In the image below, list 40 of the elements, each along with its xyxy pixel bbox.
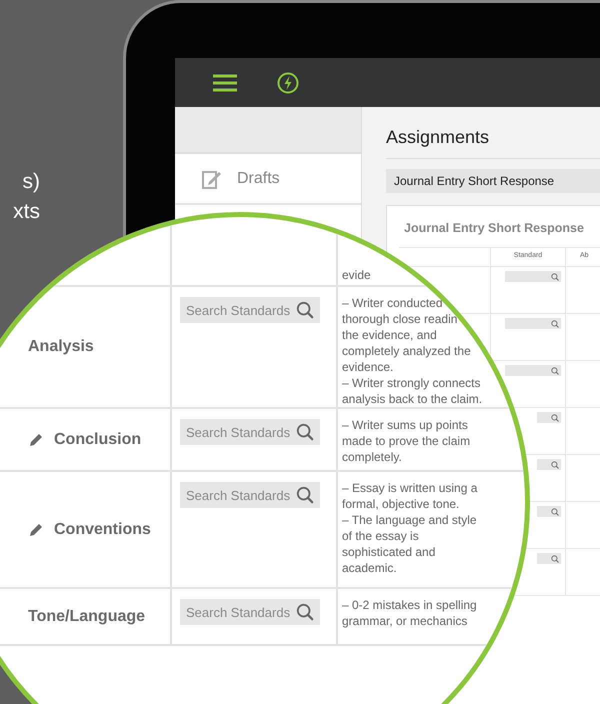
mini-search-field[interactable] (537, 506, 561, 517)
assignment-select[interactable]: Journal Entry Short Response (386, 169, 600, 193)
search-icon (296, 486, 314, 504)
search-icon (551, 366, 559, 374)
mini-search-field[interactable] (505, 271, 561, 282)
search-icon (296, 423, 314, 441)
caption-text: xts (13, 199, 40, 225)
sidebar-item[interactable]: Drafts (175, 154, 361, 205)
criteria-text: – 0-2 mistakes in spelling grammar, or mechanics (342, 597, 477, 629)
criteria-text: evide (342, 267, 371, 283)
criteria-text: – Writer sums up points made to prove the claim completely. (342, 417, 470, 465)
search-standards-field[interactable]: Search Standards (180, 599, 320, 625)
mini-search-field[interactable] (505, 318, 561, 329)
menu-icon[interactable] (213, 74, 237, 92)
search-icon (296, 603, 314, 621)
mini-search-field[interactable] (537, 553, 561, 564)
search-icon (551, 272, 559, 280)
pencil-icon[interactable] (28, 432, 44, 448)
page-title: Assignments (386, 127, 600, 159)
category-label: Analysis (28, 338, 94, 356)
search-standards-field[interactable]: Search Standards (180, 482, 320, 508)
search-standards-field[interactable]: Search Standards (180, 297, 320, 323)
pencil-icon[interactable] (28, 522, 44, 538)
mini-search-field[interactable] (505, 365, 561, 376)
search-icon (551, 460, 559, 468)
lightning-bolt-icon[interactable] (277, 72, 299, 94)
search-icon (296, 301, 314, 319)
criteria-text: – Writer conducted thorough close readin the evidence, and completely analyzed the evidence. – Writer strongly connects analysis back to the claim. (342, 295, 482, 407)
search-icon (551, 414, 559, 422)
caption-text: s) (22, 169, 40, 195)
search-standards-field[interactable]: Search Standards (180, 419, 320, 445)
search-icon (551, 320, 559, 328)
mini-search-field[interactable] (537, 459, 561, 470)
criteria-text: – Essay is written using a formal, objective tone. – The language and style of the essay is sophisticated and academic. (342, 480, 478, 576)
mini-search-field[interactable] (537, 412, 561, 423)
category-label: Conclusion (54, 430, 142, 448)
category-label: Tone/Language (28, 608, 146, 626)
search-icon (551, 554, 559, 562)
search-icon (551, 508, 559, 516)
category-label: Conventions (54, 520, 151, 538)
